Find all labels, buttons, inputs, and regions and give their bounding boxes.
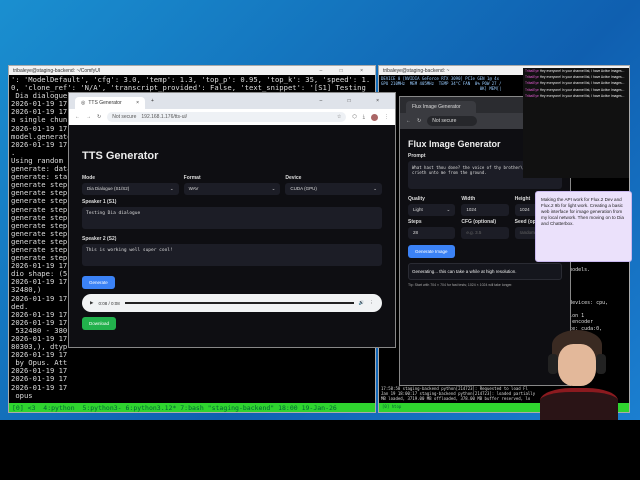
more-options-icon[interactable]: ⋮ [370,300,375,306]
format-value: WAV [188,186,199,191]
tts-browser-window[interactable]: ◎ TTS Generator × + – □ × ← → ↻ Not secure 192.… [68,92,396,348]
chat-text: Hey everyone! In your channel list, I ha… [539,75,625,80]
cfg-input[interactable]: e.g. 3.5 [461,227,509,239]
quality-select[interactable]: Light ⌄ [408,204,456,216]
close-tab-icon[interactable]: × [136,100,139,106]
chat-text: Hey everyone! In your channel list, I ha… [539,87,625,92]
steps-label: Steps [408,219,422,225]
chat-message: TribalEye Hey everyone! In your channel … [525,81,627,85]
chat-text: Hey everyone! In your channel list, I ha… [539,81,625,86]
terminal-line: opus [11,390,33,400]
chat-message: TribalEye Hey everyone! In your channel … [525,88,627,92]
chat-message: TribalEye Hey everyone! In your channel … [525,94,627,98]
play-icon[interactable]: ▶ [90,300,93,306]
terminal-title-bar[interactable]: tribaleye@staging-backend: ~/ComfyUI – □ … [9,66,375,75]
volume-icon[interactable]: 🔊 [359,300,365,306]
terminal-title: tribaleye@staging-backend: ~/ComfyUI [13,67,101,74]
new-tab-icon[interactable]: + [151,98,154,104]
address-bar[interactable]: Not secure [427,116,478,126]
headphones-icon [548,354,558,374]
window-controls[interactable]: – □ × [320,68,372,74]
download-icon[interactable]: ⤓ [363,114,365,120]
sticky-note: Making the API work for Flux.2 Dev and F… [535,191,632,262]
speaker1-input[interactable]: Testing Dia dialogue [82,207,382,229]
steps-input[interactable]: 28 [408,227,456,239]
tab-label: Flux Image Generator [412,104,461,110]
reload-icon[interactable]: ↻ [417,118,421,124]
format-select[interactable]: WAV ⌄ [183,183,281,195]
chat-text: Hey everyone! In your channel list, I ha… [539,93,625,98]
tab-tts[interactable]: ◎ TTS Generator × [75,97,145,109]
back-icon[interactable]: ← [406,118,411,124]
chat-username: TribalEye [525,81,540,86]
back-icon[interactable]: ← [75,114,80,120]
mode-select[interactable]: Dia Dialogue (S1/S2) ⌄ [82,183,179,195]
chevron-down-icon: ⌄ [169,186,174,191]
quality-label: Quality [408,196,425,202]
mode-value: Dia Dialogue (S1/S2) [87,186,130,191]
menu-icon[interactable]: ⋮ [384,114,389,120]
chat-message: TribalEye Hey everyone! In your channel … [525,75,627,79]
download-button[interactable]: Download [82,317,117,330]
width-input[interactable]: 1024 [461,204,509,216]
tmux-status-bar: [0] <3 4:python 5:python3- 6:python3.12*… [9,403,375,412]
tip-text: Tip: Start with 704 × 704 for fast tests… [408,283,513,287]
not-secure-label: Not secure [112,114,137,120]
reload-icon[interactable]: ↻ [97,114,101,120]
format-label: Format [183,175,201,181]
chevron-down-icon: ⌄ [446,207,451,212]
forward-icon[interactable]: → [86,114,91,120]
cfg-label: CFG (optional) [461,219,497,225]
terminal-line: 2026-01-19 17 [11,382,68,392]
width-label: Width [461,196,476,202]
extensions-icon[interactable]: ⬡ [352,114,356,120]
streamer-avatar [540,330,618,420]
not-secure-label: Not secure [432,118,457,124]
audio-progress-bar[interactable] [124,302,354,304]
page-title: TTS Generator [82,150,159,162]
chevron-down-icon: ⌄ [271,186,276,191]
generate-image-button[interactable]: Generate Image [408,245,455,258]
chat-username: TribalEye [525,87,540,92]
tab-label: TTS Generator [88,100,122,106]
globe-icon: ◎ [81,100,86,106]
chat-overlay: TribalEye Hey everyone! In your channel … [523,68,629,178]
window-controls[interactable]: – □ × [320,98,396,104]
journal-log: 17:58:58 staging-backend python[214723]:… [379,385,537,402]
device-label: Device [285,175,302,181]
chat-text: Hey everyone! In your channel list, I ha… [539,69,625,73]
speaker1-label: Speaker 1 (S1) [82,199,117,205]
quality-value: Light [413,207,423,212]
tab-flux[interactable]: Flux Image Generator [406,101,476,113]
chat-message: TribalEye Hey everyone! In your channel … [525,69,627,73]
avatar[interactable] [371,113,378,121]
speaker2-input[interactable]: This is working well super cool! [82,244,382,266]
generate-button[interactable]: Generate [82,276,115,289]
audio-time: 0:08 / 0:08 [98,300,120,306]
url-text: 192.168.1.176/tts-ui/ [141,114,187,120]
terminal-title: tribaleye@staging-backend: ~ [383,67,450,74]
log-line: MB loaded, 3719.00 MB offloaded, 378.00 … [381,396,531,401]
mode-label: Mode [82,175,96,181]
speaker2-label: Speaker 2 (S2) [82,236,117,242]
device-value: CUDA (GPU) [290,186,317,191]
chevron-down-icon: ⌄ [373,186,378,191]
chat-username: TribalEye [525,93,540,98]
status-message: Generating... this can take a while at h… [408,263,562,280]
star-icon[interactable]: ☆ [337,114,341,120]
chat-username: TribalEye [525,75,540,80]
chat-username: TribalEye [525,69,540,73]
device-select[interactable]: CUDA (GPU) ⌄ [285,183,383,195]
address-bar[interactable]: Not secure 192.168.1.176/tts-ui/ ☆ [107,112,347,122]
audio-player[interactable]: ▶ 0:08 / 0:08 🔊 ⋮ [82,294,382,312]
